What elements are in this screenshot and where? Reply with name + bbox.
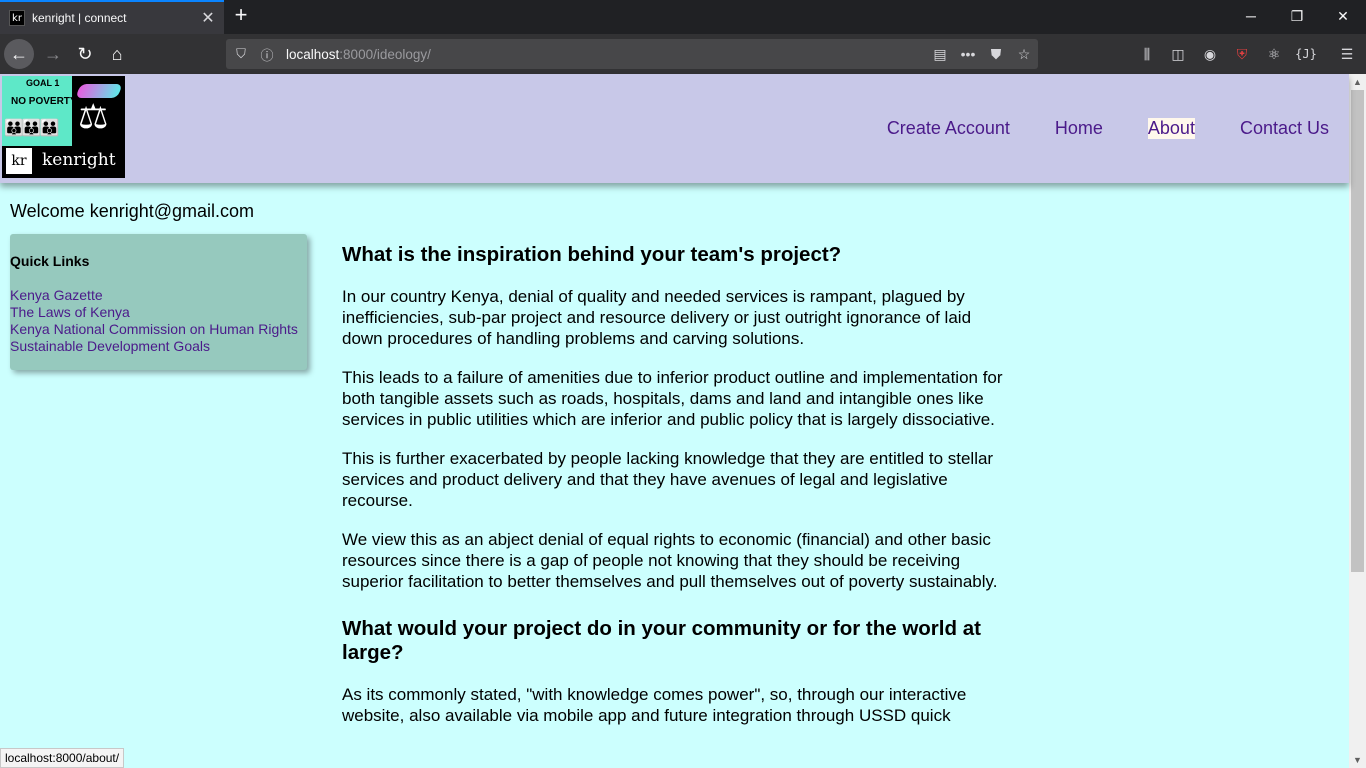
- shield-icon[interactable]: ⛉: [230, 46, 252, 62]
- quick-links-title: Quick Links: [10, 253, 90, 269]
- paragraph: We view this as an abject denial of equa…: [342, 530, 998, 591]
- nav-contact-us[interactable]: Contact Us: [1240, 118, 1329, 139]
- minimize-icon[interactable]: ─: [1228, 0, 1274, 34]
- info-icon[interactable]: ⓘ: [256, 45, 278, 64]
- new-tab-icon[interactable]: +: [229, 4, 253, 28]
- main-nav: Create Account Home About Contact Us: [842, 74, 1329, 183]
- paragraph: In our country Kenya, denial of quality …: [342, 287, 972, 348]
- quick-link-kenya-gazette[interactable]: Kenya Gazette: [10, 287, 307, 304]
- logo-name: kenright: [42, 150, 116, 170]
- welcome-message: Welcome kenright@gmail.com: [10, 201, 255, 221]
- url-text[interactable]: localhost:8000/ideology/: [286, 47, 926, 62]
- paragraph: This leads to a failure of amenities due…: [342, 368, 1003, 429]
- browser-toolbar: ← → ↻ ⌂ ⛉ ⓘ localhost:8000/ideology/ ▤ •…: [0, 34, 1366, 74]
- section-heading-inspiration: What is the inspiration behind your team…: [342, 243, 842, 266]
- react-devtools-icon[interactable]: ⚛: [1263, 44, 1285, 66]
- site-logo[interactable]: GOAL 1 NO POVERTY 👪👪👪 ⚖ kr kenright: [2, 76, 125, 178]
- ublock-icon[interactable]: ⛨: [1231, 44, 1253, 66]
- reload-icon[interactable]: ↻: [70, 39, 100, 69]
- json-viewer-icon[interactable]: {J}: [1295, 44, 1317, 66]
- back-icon[interactable]: ←: [4, 39, 34, 69]
- quick-link-sdgs[interactable]: Sustainable Development Goals: [10, 338, 307, 355]
- quick-links-panel: Quick Links Kenya Gazette The Laws of Ke…: [10, 234, 307, 370]
- reader-view-icon[interactable]: ▤: [926, 46, 954, 63]
- browser-tab[interactable]: kr kenright | connect ✕: [0, 0, 224, 34]
- window-close-icon[interactable]: ✕: [1320, 0, 1366, 34]
- site-favicon-icon: kr: [9, 10, 25, 26]
- nav-home[interactable]: Home: [1055, 118, 1103, 139]
- home-icon[interactable]: ⌂: [102, 39, 132, 69]
- library-icon[interactable]: ⫼: [1136, 44, 1158, 66]
- paragraph: This is further exacerbated by people la…: [342, 449, 994, 510]
- bookmark-star-icon[interactable]: ☆: [1010, 46, 1038, 63]
- main-content: What is the inspiration behind your team…: [342, 243, 1010, 744]
- scroll-up-icon[interactable]: ▲: [1349, 74, 1366, 90]
- quick-link-laws-of-kenya[interactable]: The Laws of Kenya: [10, 304, 307, 321]
- more-actions-icon[interactable]: •••: [954, 46, 982, 62]
- close-tab-icon[interactable]: ✕: [196, 8, 220, 28]
- sidebar-icon[interactable]: ◫: [1167, 44, 1189, 66]
- page-scrollbar[interactable]: ▲ ▼: [1349, 74, 1366, 768]
- section-heading-impact: What would your project do in your commu…: [342, 617, 981, 664]
- nav-create-account[interactable]: Create Account: [887, 118, 1010, 139]
- family-icon: 👪👪👪: [4, 120, 60, 137]
- status-link-preview: localhost:8000/about/: [0, 748, 125, 768]
- scales-icon: ⚖: [78, 97, 109, 137]
- address-bar[interactable]: ⛉ ⓘ localhost:8000/ideology/ ▤ ••• ⛊ ☆: [226, 39, 1038, 69]
- forward-icon[interactable]: →: [38, 39, 68, 69]
- pocket-icon[interactable]: ⛊: [982, 46, 1010, 63]
- tab-title: kenright | connect: [32, 11, 127, 25]
- account-icon[interactable]: ◉: [1199, 44, 1221, 66]
- site-header: GOAL 1 NO POVERTY 👪👪👪 ⚖ kr kenright Crea…: [0, 74, 1349, 183]
- browser-tab-strip: kr kenright | connect ✕ + ─ ❐ ✕: [0, 0, 1366, 34]
- logo-no-poverty-text: NO POVERTY: [11, 96, 77, 107]
- logo-goal-text: GOAL 1: [26, 78, 60, 88]
- scroll-down-icon[interactable]: ▼: [1349, 752, 1366, 768]
- menu-icon[interactable]: ☰: [1336, 44, 1358, 66]
- paragraph: As its commonly stated, "with knowledge …: [342, 685, 967, 725]
- nav-about[interactable]: About: [1147, 118, 1195, 139]
- scroll-thumb[interactable]: [1351, 90, 1364, 572]
- restore-icon[interactable]: ❐: [1274, 0, 1320, 34]
- logo-kr: kr: [6, 148, 32, 174]
- quick-link-knchr[interactable]: Kenya National Commission on Human Right…: [10, 321, 307, 338]
